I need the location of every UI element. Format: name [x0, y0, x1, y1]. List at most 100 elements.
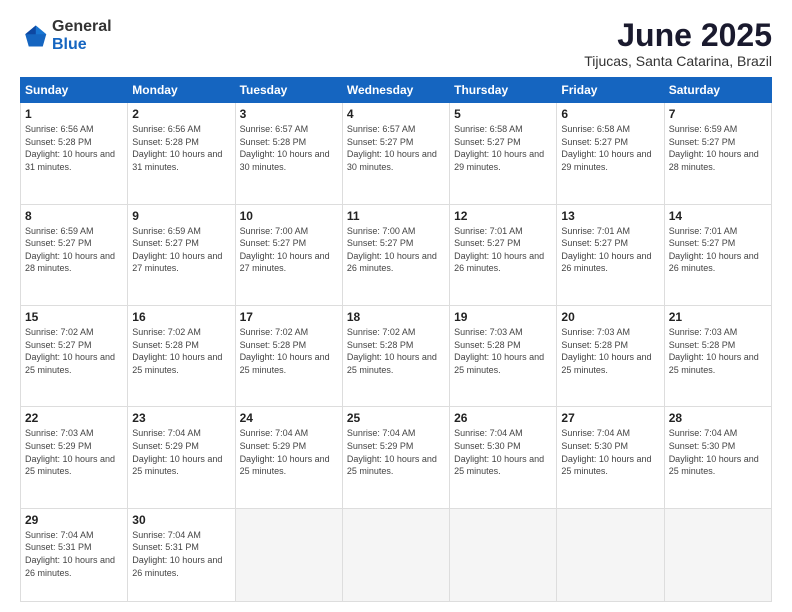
- day-info-22: Sunrise: 7:03 AM Sunset: 5:29 PM Dayligh…: [25, 427, 123, 477]
- day-info-10: Sunrise: 7:00 AM Sunset: 5:27 PM Dayligh…: [240, 225, 338, 275]
- day-info-21: Sunrise: 7:03 AM Sunset: 5:28 PM Dayligh…: [669, 326, 767, 376]
- table-row: 1 Sunrise: 6:56 AM Sunset: 5:28 PM Dayli…: [21, 103, 772, 204]
- day-cell-26: 26 Sunrise: 7:04 AM Sunset: 5:30 PM Dayl…: [450, 407, 557, 508]
- day-info-23: Sunrise: 7:04 AM Sunset: 5:29 PM Dayligh…: [132, 427, 230, 477]
- day-cell-5: 5 Sunrise: 6:58 AM Sunset: 5:27 PM Dayli…: [450, 103, 557, 204]
- day-number-16: 16: [132, 310, 230, 324]
- day-info-4: Sunrise: 6:57 AM Sunset: 5:27 PM Dayligh…: [347, 123, 445, 173]
- day-info-5: Sunrise: 6:58 AM Sunset: 5:27 PM Dayligh…: [454, 123, 552, 173]
- day-number-23: 23: [132, 411, 230, 425]
- day-number-13: 13: [561, 209, 659, 223]
- day-cell-1: 1 Sunrise: 6:56 AM Sunset: 5:28 PM Dayli…: [21, 103, 128, 204]
- day-number-4: 4: [347, 107, 445, 121]
- day-info-1: Sunrise: 6:56 AM Sunset: 5:28 PM Dayligh…: [25, 123, 123, 173]
- day-info-20: Sunrise: 7:03 AM Sunset: 5:28 PM Dayligh…: [561, 326, 659, 376]
- calendar-header-row: Sunday Monday Tuesday Wednesday Thursday…: [21, 78, 772, 103]
- day-cell-11: 11 Sunrise: 7:00 AM Sunset: 5:27 PM Dayl…: [342, 204, 449, 305]
- day-number-10: 10: [240, 209, 338, 223]
- table-row: 29 Sunrise: 7:04 AM Sunset: 5:31 PM Dayl…: [21, 508, 772, 601]
- day-info-7: Sunrise: 6:59 AM Sunset: 5:27 PM Dayligh…: [669, 123, 767, 173]
- logo-blue-text: Blue: [52, 36, 112, 54]
- col-monday: Monday: [128, 78, 235, 103]
- calendar-subtitle: Tijucas, Santa Catarina, Brazil: [584, 53, 772, 69]
- day-info-30: Sunrise: 7:04 AM Sunset: 5:31 PM Dayligh…: [132, 529, 230, 579]
- day-cell-24: 24 Sunrise: 7:04 AM Sunset: 5:29 PM Dayl…: [235, 407, 342, 508]
- table-row: 22 Sunrise: 7:03 AM Sunset: 5:29 PM Dayl…: [21, 407, 772, 508]
- day-cell-30: 30 Sunrise: 7:04 AM Sunset: 5:31 PM Dayl…: [128, 508, 235, 601]
- day-number-17: 17: [240, 310, 338, 324]
- day-cell-9: 9 Sunrise: 6:59 AM Sunset: 5:27 PM Dayli…: [128, 204, 235, 305]
- day-number-26: 26: [454, 411, 552, 425]
- table-row: 15 Sunrise: 7:02 AM Sunset: 5:27 PM Dayl…: [21, 305, 772, 406]
- day-info-16: Sunrise: 7:02 AM Sunset: 5:28 PM Dayligh…: [132, 326, 230, 376]
- empty-cell: [342, 508, 449, 601]
- day-info-3: Sunrise: 6:57 AM Sunset: 5:28 PM Dayligh…: [240, 123, 338, 173]
- day-number-1: 1: [25, 107, 123, 121]
- day-cell-28: 28 Sunrise: 7:04 AM Sunset: 5:30 PM Dayl…: [664, 407, 771, 508]
- day-cell-21: 21 Sunrise: 7:03 AM Sunset: 5:28 PM Dayl…: [664, 305, 771, 406]
- day-info-24: Sunrise: 7:04 AM Sunset: 5:29 PM Dayligh…: [240, 427, 338, 477]
- day-info-26: Sunrise: 7:04 AM Sunset: 5:30 PM Dayligh…: [454, 427, 552, 477]
- calendar-table: Sunday Monday Tuesday Wednesday Thursday…: [20, 77, 772, 602]
- day-info-13: Sunrise: 7:01 AM Sunset: 5:27 PM Dayligh…: [561, 225, 659, 275]
- day-number-30: 30: [132, 513, 230, 527]
- page: General Blue June 2025 Tijucas, Santa Ca…: [0, 0, 792, 612]
- logo-icon: [20, 22, 48, 50]
- day-cell-7: 7 Sunrise: 6:59 AM Sunset: 5:27 PM Dayli…: [664, 103, 771, 204]
- day-number-27: 27: [561, 411, 659, 425]
- day-cell-12: 12 Sunrise: 7:01 AM Sunset: 5:27 PM Dayl…: [450, 204, 557, 305]
- day-number-28: 28: [669, 411, 767, 425]
- calendar-title: June 2025: [584, 18, 772, 53]
- day-cell-10: 10 Sunrise: 7:00 AM Sunset: 5:27 PM Dayl…: [235, 204, 342, 305]
- day-number-24: 24: [240, 411, 338, 425]
- day-cell-19: 19 Sunrise: 7:03 AM Sunset: 5:28 PM Dayl…: [450, 305, 557, 406]
- day-number-12: 12: [454, 209, 552, 223]
- logo-text: General Blue: [52, 18, 112, 53]
- day-number-14: 14: [669, 209, 767, 223]
- day-info-18: Sunrise: 7:02 AM Sunset: 5:28 PM Dayligh…: [347, 326, 445, 376]
- col-tuesday: Tuesday: [235, 78, 342, 103]
- header: General Blue June 2025 Tijucas, Santa Ca…: [20, 18, 772, 69]
- day-cell-13: 13 Sunrise: 7:01 AM Sunset: 5:27 PM Dayl…: [557, 204, 664, 305]
- empty-cell: [664, 508, 771, 601]
- day-cell-16: 16 Sunrise: 7:02 AM Sunset: 5:28 PM Dayl…: [128, 305, 235, 406]
- day-cell-20: 20 Sunrise: 7:03 AM Sunset: 5:28 PM Dayl…: [557, 305, 664, 406]
- day-info-8: Sunrise: 6:59 AM Sunset: 5:27 PM Dayligh…: [25, 225, 123, 275]
- day-number-7: 7: [669, 107, 767, 121]
- day-cell-15: 15 Sunrise: 7:02 AM Sunset: 5:27 PM Dayl…: [21, 305, 128, 406]
- table-row: 8 Sunrise: 6:59 AM Sunset: 5:27 PM Dayli…: [21, 204, 772, 305]
- logo: General Blue: [20, 18, 112, 53]
- day-cell-2: 2 Sunrise: 6:56 AM Sunset: 5:28 PM Dayli…: [128, 103, 235, 204]
- day-cell-27: 27 Sunrise: 7:04 AM Sunset: 5:30 PM Dayl…: [557, 407, 664, 508]
- day-number-25: 25: [347, 411, 445, 425]
- day-info-6: Sunrise: 6:58 AM Sunset: 5:27 PM Dayligh…: [561, 123, 659, 173]
- day-info-12: Sunrise: 7:01 AM Sunset: 5:27 PM Dayligh…: [454, 225, 552, 275]
- day-info-27: Sunrise: 7:04 AM Sunset: 5:30 PM Dayligh…: [561, 427, 659, 477]
- day-number-19: 19: [454, 310, 552, 324]
- title-block: June 2025 Tijucas, Santa Catarina, Brazi…: [584, 18, 772, 69]
- empty-cell: [235, 508, 342, 601]
- day-info-11: Sunrise: 7:00 AM Sunset: 5:27 PM Dayligh…: [347, 225, 445, 275]
- day-number-2: 2: [132, 107, 230, 121]
- col-friday: Friday: [557, 78, 664, 103]
- day-number-20: 20: [561, 310, 659, 324]
- day-number-3: 3: [240, 107, 338, 121]
- day-number-6: 6: [561, 107, 659, 121]
- day-cell-22: 22 Sunrise: 7:03 AM Sunset: 5:29 PM Dayl…: [21, 407, 128, 508]
- day-cell-23: 23 Sunrise: 7:04 AM Sunset: 5:29 PM Dayl…: [128, 407, 235, 508]
- day-number-11: 11: [347, 209, 445, 223]
- day-number-15: 15: [25, 310, 123, 324]
- day-number-29: 29: [25, 513, 123, 527]
- day-cell-4: 4 Sunrise: 6:57 AM Sunset: 5:27 PM Dayli…: [342, 103, 449, 204]
- empty-cell: [557, 508, 664, 601]
- day-cell-18: 18 Sunrise: 7:02 AM Sunset: 5:28 PM Dayl…: [342, 305, 449, 406]
- day-info-2: Sunrise: 6:56 AM Sunset: 5:28 PM Dayligh…: [132, 123, 230, 173]
- day-info-17: Sunrise: 7:02 AM Sunset: 5:28 PM Dayligh…: [240, 326, 338, 376]
- col-wednesday: Wednesday: [342, 78, 449, 103]
- day-number-9: 9: [132, 209, 230, 223]
- day-info-28: Sunrise: 7:04 AM Sunset: 5:30 PM Dayligh…: [669, 427, 767, 477]
- day-info-19: Sunrise: 7:03 AM Sunset: 5:28 PM Dayligh…: [454, 326, 552, 376]
- day-number-8: 8: [25, 209, 123, 223]
- day-number-21: 21: [669, 310, 767, 324]
- col-sunday: Sunday: [21, 78, 128, 103]
